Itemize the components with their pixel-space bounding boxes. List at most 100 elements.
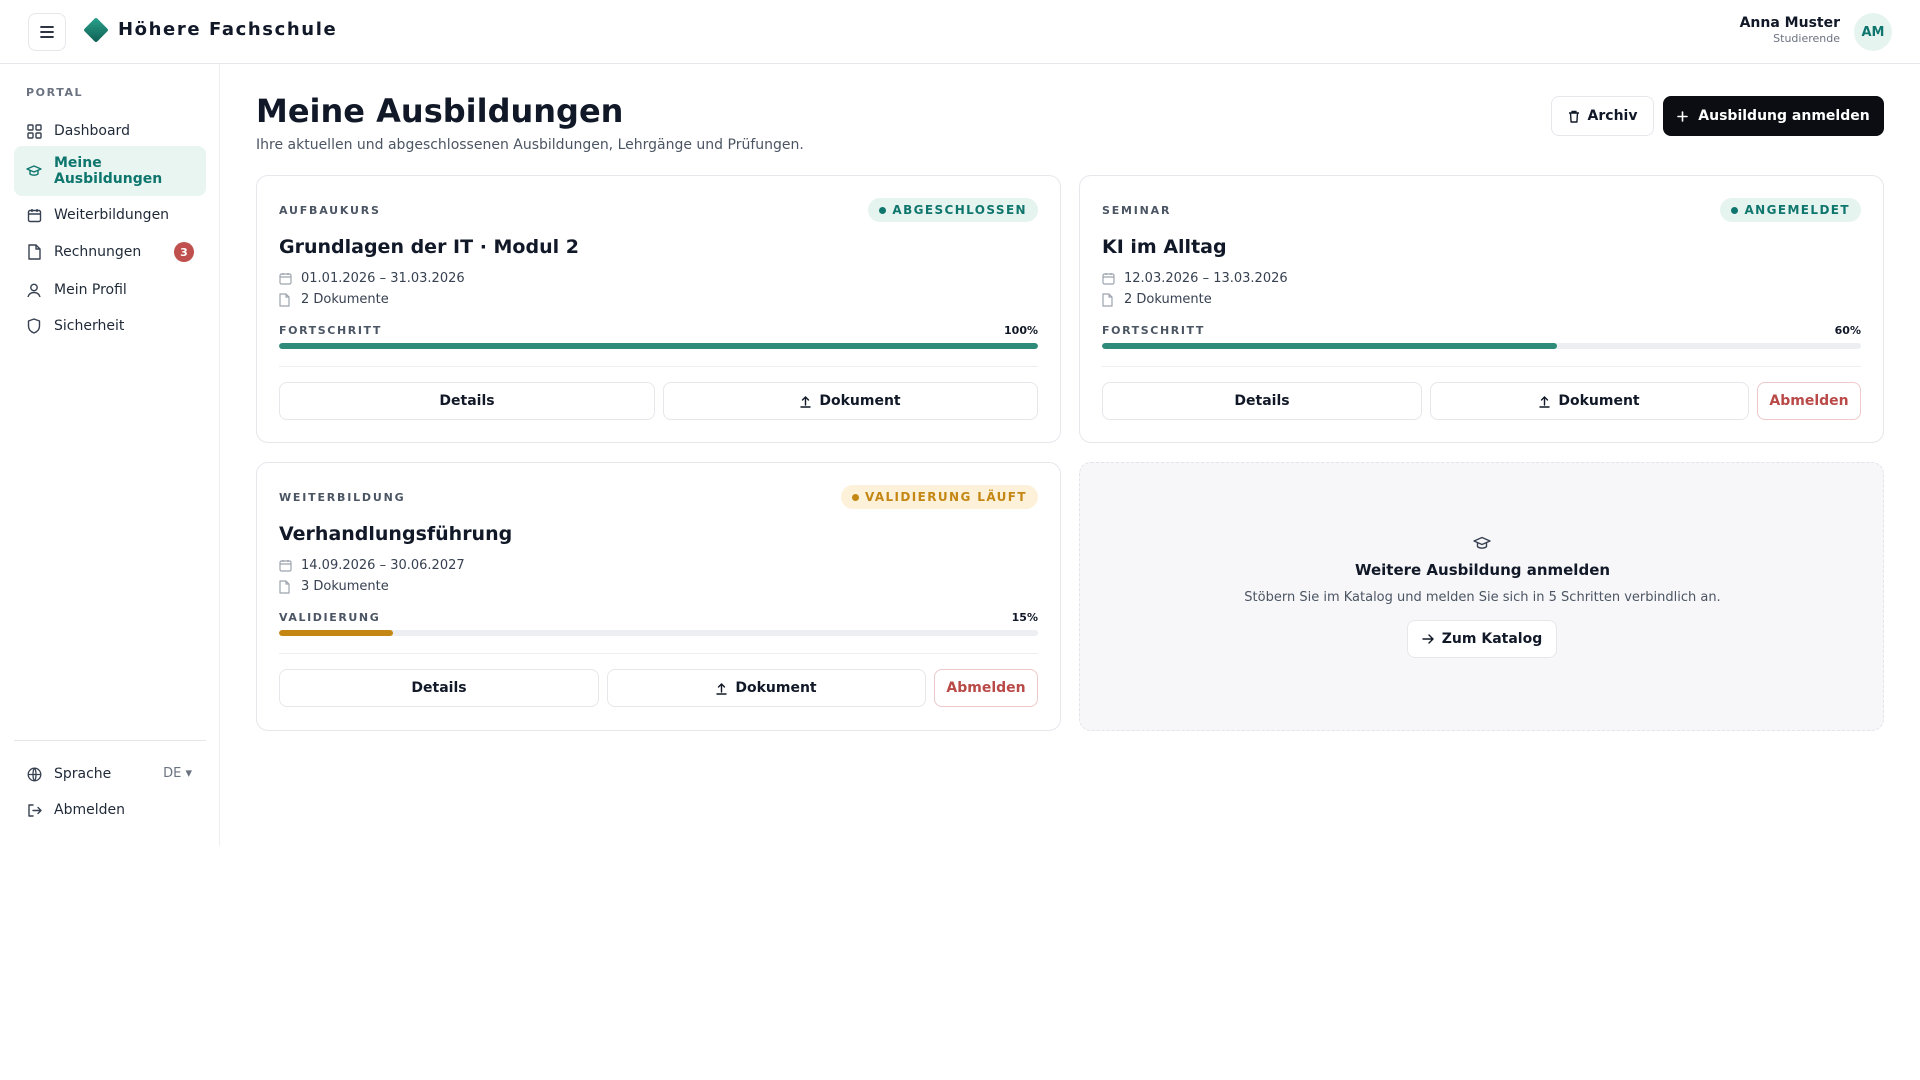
course-documents: 2 Dokumente (279, 292, 389, 307)
hamburger-icon (40, 26, 54, 38)
user-icon (26, 282, 42, 298)
globe-icon (26, 766, 42, 782)
document-icon (26, 244, 42, 260)
logout-link[interactable]: Abmelden (14, 792, 206, 828)
sidebar-item-dashboard[interactable]: Dashboard (14, 114, 206, 148)
archive-button-label: Archiv (1587, 108, 1638, 124)
sidebar-item-mein-profil[interactable]: Mein Profil (14, 272, 206, 308)
document-upload-button[interactable]: Dokument (607, 669, 926, 707)
document-upload-button[interactable]: Dokument (1430, 382, 1749, 420)
progress-label: FORTSCHRITT (1102, 324, 1205, 337)
menu-button[interactable] (28, 13, 66, 51)
card-divider (279, 366, 1038, 367)
status-badge: ANGEMELDET (1720, 198, 1861, 222)
course-documents: 3 Dokumente (279, 579, 389, 594)
course-dates-text: 12.03.2026 – 13.03.2026 (1124, 271, 1288, 286)
calendar-icon (26, 207, 42, 223)
user-role: Studierende (1773, 32, 1840, 45)
course-title: Verhandlungsführung (279, 523, 513, 545)
avatar[interactable]: AM (1854, 13, 1892, 51)
cancel-button-label: Abmelden (946, 680, 1026, 696)
promo-text: Stöbern Sie im Katalog und melden Sie si… (1244, 590, 1721, 605)
plus-icon (1677, 110, 1689, 122)
cancel-enrollment-button[interactable]: Abmelden (934, 669, 1038, 707)
sidebar-item-label: Dashboard (54, 123, 130, 139)
sidebar-item-label: Weiterbildungen (54, 207, 170, 223)
sidebar-item-sicherheit[interactable]: Sicherheit (14, 308, 206, 344)
sidebar-item-rechnungen[interactable]: Rechnungen 3 (14, 234, 206, 270)
arrow-right-icon (1422, 634, 1434, 644)
course-type: SEMINAR (1102, 204, 1172, 217)
course-dates: 14.09.2026 – 30.06.2027 (279, 558, 465, 573)
upload-icon (800, 395, 812, 408)
course-card: AUFBAUKURS ABGESCHLOSSEN Grundlagen der … (256, 175, 1061, 443)
calendar-icon (1102, 272, 1116, 286)
course-documents-text: 3 Dokumente (301, 579, 389, 594)
document-button-label: Dokument (819, 393, 901, 409)
status-badge: ABGESCHLOSSEN (868, 198, 1038, 222)
details-button-label: Details (439, 393, 495, 409)
cancel-enrollment-button[interactable]: Abmelden (1757, 382, 1861, 420)
page-title: Meine Ausbildungen (256, 92, 624, 130)
enroll-button[interactable]: Ausbildung anmelden (1663, 96, 1884, 136)
progress-label: FORTSCHRITT (279, 324, 382, 337)
grid-icon (26, 123, 42, 139)
course-type: AUFBAUKURS (279, 204, 381, 217)
page-subtitle: Ihre aktuellen und abgeschlossenen Ausbi… (256, 137, 804, 153)
progress-value: 100% (1004, 324, 1038, 337)
course-dates-text: 14.09.2026 – 30.06.2027 (301, 558, 465, 573)
language-value: DE ▾ (163, 766, 192, 781)
upload-icon (1539, 395, 1551, 408)
calendar-icon (279, 272, 293, 286)
user-name: Anna Muster (1739, 15, 1840, 31)
status-label: ABGESCHLOSSEN (892, 203, 1027, 217)
promo-title: Weitere Ausbildung anmelden (1354, 561, 1611, 579)
logout-icon (26, 802, 42, 818)
sidebar-item-label: Sicherheit (54, 318, 125, 334)
cancel-button-label: Abmelden (1769, 393, 1849, 409)
catalog-button-label: Zum Katalog (1441, 631, 1543, 647)
brand-name[interactable]: Höhere Fachschule (118, 19, 337, 40)
trash-icon (1568, 110, 1579, 123)
card-divider (279, 653, 1038, 654)
language-label: Sprache (54, 766, 112, 782)
course-title: KI im Alltag (1102, 236, 1227, 258)
details-button[interactable]: Details (1102, 382, 1422, 420)
progress-value: 15% (1011, 611, 1038, 624)
enroll-more-card: Weitere Ausbildung anmelden Stöbern Sie … (1079, 462, 1884, 731)
progress-fill (1102, 343, 1558, 349)
sidebar-divider (14, 740, 206, 741)
document-upload-button[interactable]: Dokument (663, 382, 1038, 420)
language-selector[interactable]: Sprache DE ▾ (14, 756, 206, 792)
top-bar: Höhere Fachschule Anna Muster Studierend… (0, 0, 1920, 64)
status-label: ANGEMELDET (1744, 203, 1850, 217)
sidebar-section-label: PORTAL (26, 86, 84, 99)
sidebar-item-meine-ausbildungen[interactable]: Meine Ausbildungen (14, 146, 206, 196)
catalog-button[interactable]: Zum Katalog (1407, 620, 1557, 658)
progress-track (279, 343, 1038, 349)
notification-badge: 3 (174, 242, 194, 262)
card-divider (1102, 366, 1861, 367)
details-button[interactable]: Details (279, 669, 599, 707)
progress-track (279, 630, 1038, 636)
details-button[interactable]: Details (279, 382, 655, 420)
progress-label: VALIDIERUNG (279, 611, 381, 624)
course-dates: 01.01.2026 – 31.03.2026 (279, 271, 465, 286)
document-icon (279, 579, 293, 594)
course-documents-text: 2 Dokumente (301, 292, 389, 307)
status-label: VALIDIERUNG LÄUFT (864, 490, 1027, 504)
graduation-cap-icon (1473, 536, 1491, 549)
document-icon (279, 292, 293, 307)
document-button-label: Dokument (1558, 393, 1640, 409)
document-icon (1102, 292, 1116, 307)
status-dot (851, 493, 859, 501)
document-button-label: Dokument (735, 680, 817, 696)
course-title: Grundlagen der IT · Modul 2 (279, 236, 579, 258)
course-dates: 12.03.2026 – 13.03.2026 (1102, 271, 1288, 286)
sidebar-item-weiterbildungen[interactable]: Weiterbildungen (14, 198, 206, 232)
details-button-label: Details (411, 680, 467, 696)
sidebar: PORTAL Dashboard Meine Ausbildungen Weit… (0, 64, 220, 846)
user-info[interactable]: Anna Muster Studierende (1740, 15, 1840, 45)
archive-button[interactable]: Archiv (1551, 96, 1654, 136)
status-badge: VALIDIERUNG LÄUFT (840, 485, 1038, 509)
